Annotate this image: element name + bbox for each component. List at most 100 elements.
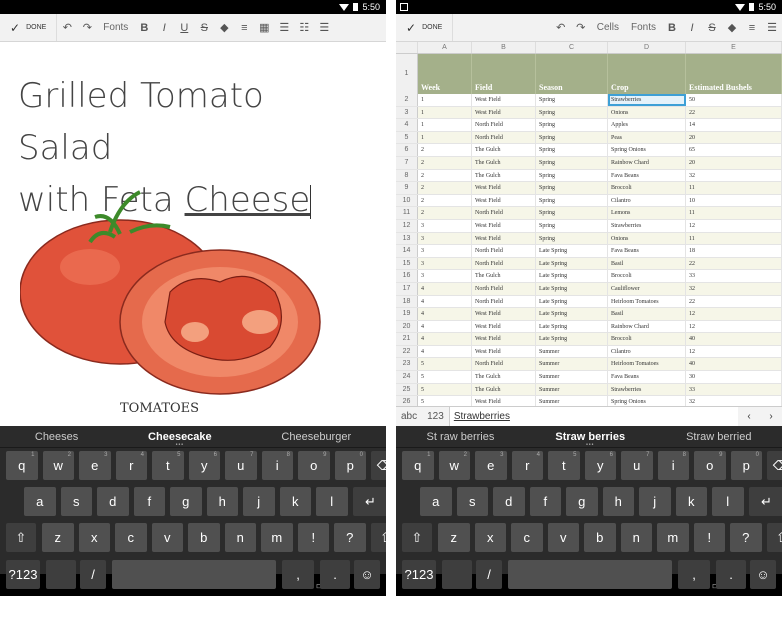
column-header[interactable]: B xyxy=(472,42,536,53)
selected-cell[interactable]: Strawberries xyxy=(608,94,686,106)
table-cell[interactable]: Late Spring xyxy=(536,333,608,345)
key-e[interactable]: e3 xyxy=(475,451,507,480)
key-t[interactable]: t5 xyxy=(548,451,580,480)
table-cell[interactable]: 40 xyxy=(686,358,782,371)
table-cell[interactable]: 2 xyxy=(418,194,472,207)
table-cell[interactable]: Cilantro xyxy=(608,194,686,207)
table-cell[interactable]: 2 xyxy=(418,182,472,194)
key-t[interactable]: t5 xyxy=(152,451,184,480)
key-c[interactable]: c xyxy=(511,523,543,552)
header-cell[interactable]: Field xyxy=(472,54,536,94)
key-h[interactable]: h xyxy=(206,487,238,516)
table-cell[interactable]: Spring xyxy=(536,219,608,232)
table-cell[interactable]: North Field xyxy=(472,358,536,371)
suggestion-item[interactable]: Cheeseburger xyxy=(281,431,351,443)
table-cell[interactable]: 4 xyxy=(418,333,472,345)
key-period[interactable]: . xyxy=(716,560,746,589)
key-y[interactable]: y6 xyxy=(188,451,220,480)
next-cell-icon[interactable]: › xyxy=(760,411,782,422)
key-comma[interactable]: , xyxy=(282,560,314,589)
table-cell[interactable]: West Field xyxy=(472,94,536,106)
key-m[interactable]: m xyxy=(261,523,293,552)
fonts-button[interactable]: Fonts xyxy=(97,22,134,33)
table-cell[interactable]: North Field xyxy=(472,295,536,308)
table-cell[interactable]: 30 xyxy=(686,371,782,383)
table-cell[interactable]: 11 xyxy=(686,232,782,245)
header-cell[interactable]: Estimated Bushels xyxy=(686,54,782,94)
key-j[interactable]: j xyxy=(639,487,671,516)
key-d[interactable]: d xyxy=(493,487,525,516)
table-cell[interactable]: 50 xyxy=(686,94,782,106)
table-cell[interactable]: The Gulch xyxy=(472,156,536,169)
shift-left-key[interactable]: ⇧ xyxy=(6,523,36,552)
table-cell[interactable]: North Field xyxy=(472,282,536,295)
column-header[interactable]: D xyxy=(608,42,686,53)
row-number[interactable]: 10 xyxy=(396,194,418,207)
table-cell[interactable]: Basil xyxy=(608,308,686,320)
table-cell[interactable]: North Field xyxy=(472,245,536,257)
table-cell[interactable]: 11 xyxy=(686,207,782,219)
done-button[interactable]: ✓ DONE xyxy=(0,14,58,41)
strikethrough-icon[interactable]: S xyxy=(702,14,722,42)
key-k[interactable]: k xyxy=(675,487,707,516)
key-u[interactable]: u7 xyxy=(225,451,257,480)
table-cell[interactable]: The Gulch xyxy=(472,383,536,396)
table-cell[interactable]: 2 xyxy=(418,207,472,219)
emoji-key[interactable]: ☺ xyxy=(354,560,380,589)
table-cell[interactable]: Late Spring xyxy=(536,308,608,320)
table-cell[interactable]: 32 xyxy=(686,396,782,406)
table-cell[interactable]: 1 xyxy=(418,131,472,144)
table-cell[interactable]: Late Spring xyxy=(536,320,608,333)
suggestion-item[interactable]: Straw berries xyxy=(555,431,625,443)
table-cell[interactable]: North Field xyxy=(472,257,536,270)
row-number[interactable]: 23 xyxy=(396,358,418,371)
table-cell[interactable]: 22 xyxy=(686,295,782,308)
table-cell[interactable]: 2 xyxy=(418,144,472,156)
row-number[interactable]: 18 xyxy=(396,295,418,308)
key-m[interactable]: m xyxy=(657,523,689,552)
table-cell[interactable]: Strawberries xyxy=(608,383,686,396)
key-z[interactable]: z xyxy=(438,523,470,552)
table-cell[interactable]: Onions xyxy=(608,232,686,245)
table-cell[interactable]: 22 xyxy=(686,257,782,270)
table-cell[interactable]: Spring xyxy=(536,94,608,106)
table-cell[interactable]: Spring xyxy=(536,194,608,207)
table-cell[interactable]: Heirloom Tomatoes xyxy=(608,295,686,308)
key-i[interactable]: i8 xyxy=(657,451,689,480)
key-x[interactable]: x xyxy=(474,523,506,552)
italic-icon[interactable]: I xyxy=(154,14,174,42)
key-o[interactable]: o9 xyxy=(694,451,726,480)
table-cell[interactable]: Late Spring xyxy=(536,295,608,308)
key-l[interactable]: l xyxy=(316,487,348,516)
key-r[interactable]: r4 xyxy=(511,451,543,480)
key-h[interactable]: h xyxy=(602,487,634,516)
key-q[interactable]: q1 xyxy=(402,451,434,480)
table-cell[interactable]: West Field xyxy=(472,194,536,207)
table-cell[interactable]: West Field xyxy=(472,219,536,232)
table-cell[interactable]: 18 xyxy=(686,245,782,257)
key-r[interactable]: r4 xyxy=(115,451,147,480)
table-cell[interactable]: The Gulch xyxy=(472,169,536,182)
bullet-list-icon[interactable]: ☷ xyxy=(294,14,314,42)
header-cell[interactable]: Season xyxy=(536,54,608,94)
table-cell[interactable]: 12 xyxy=(686,320,782,333)
numeric-mode-button[interactable]: 123 xyxy=(422,411,449,422)
undo-icon[interactable]: ↶ xyxy=(551,14,571,42)
table-cell[interactable]: North Field xyxy=(472,119,536,131)
align-icon[interactable]: ≡ xyxy=(742,14,762,42)
table-cell[interactable]: Apples xyxy=(608,119,686,131)
row-number[interactable]: 13 xyxy=(396,232,418,245)
table-cell[interactable]: Peas xyxy=(608,131,686,144)
key-a[interactable]: a xyxy=(420,487,452,516)
table-cell[interactable]: 12 xyxy=(686,219,782,232)
row-number[interactable]: 20 xyxy=(396,320,418,333)
table-cell[interactable]: 3 xyxy=(418,219,472,232)
row-number[interactable]: 5 xyxy=(396,131,418,144)
key-j[interactable]: j xyxy=(243,487,275,516)
table-cell[interactable]: 20 xyxy=(686,156,782,169)
table-cell[interactable]: 5 xyxy=(418,358,472,371)
row-number[interactable]: 14 xyxy=(396,245,418,257)
key-i[interactable]: i8 xyxy=(261,451,293,480)
key-x[interactable]: x xyxy=(78,523,110,552)
header-cell[interactable]: Crop xyxy=(608,54,686,94)
